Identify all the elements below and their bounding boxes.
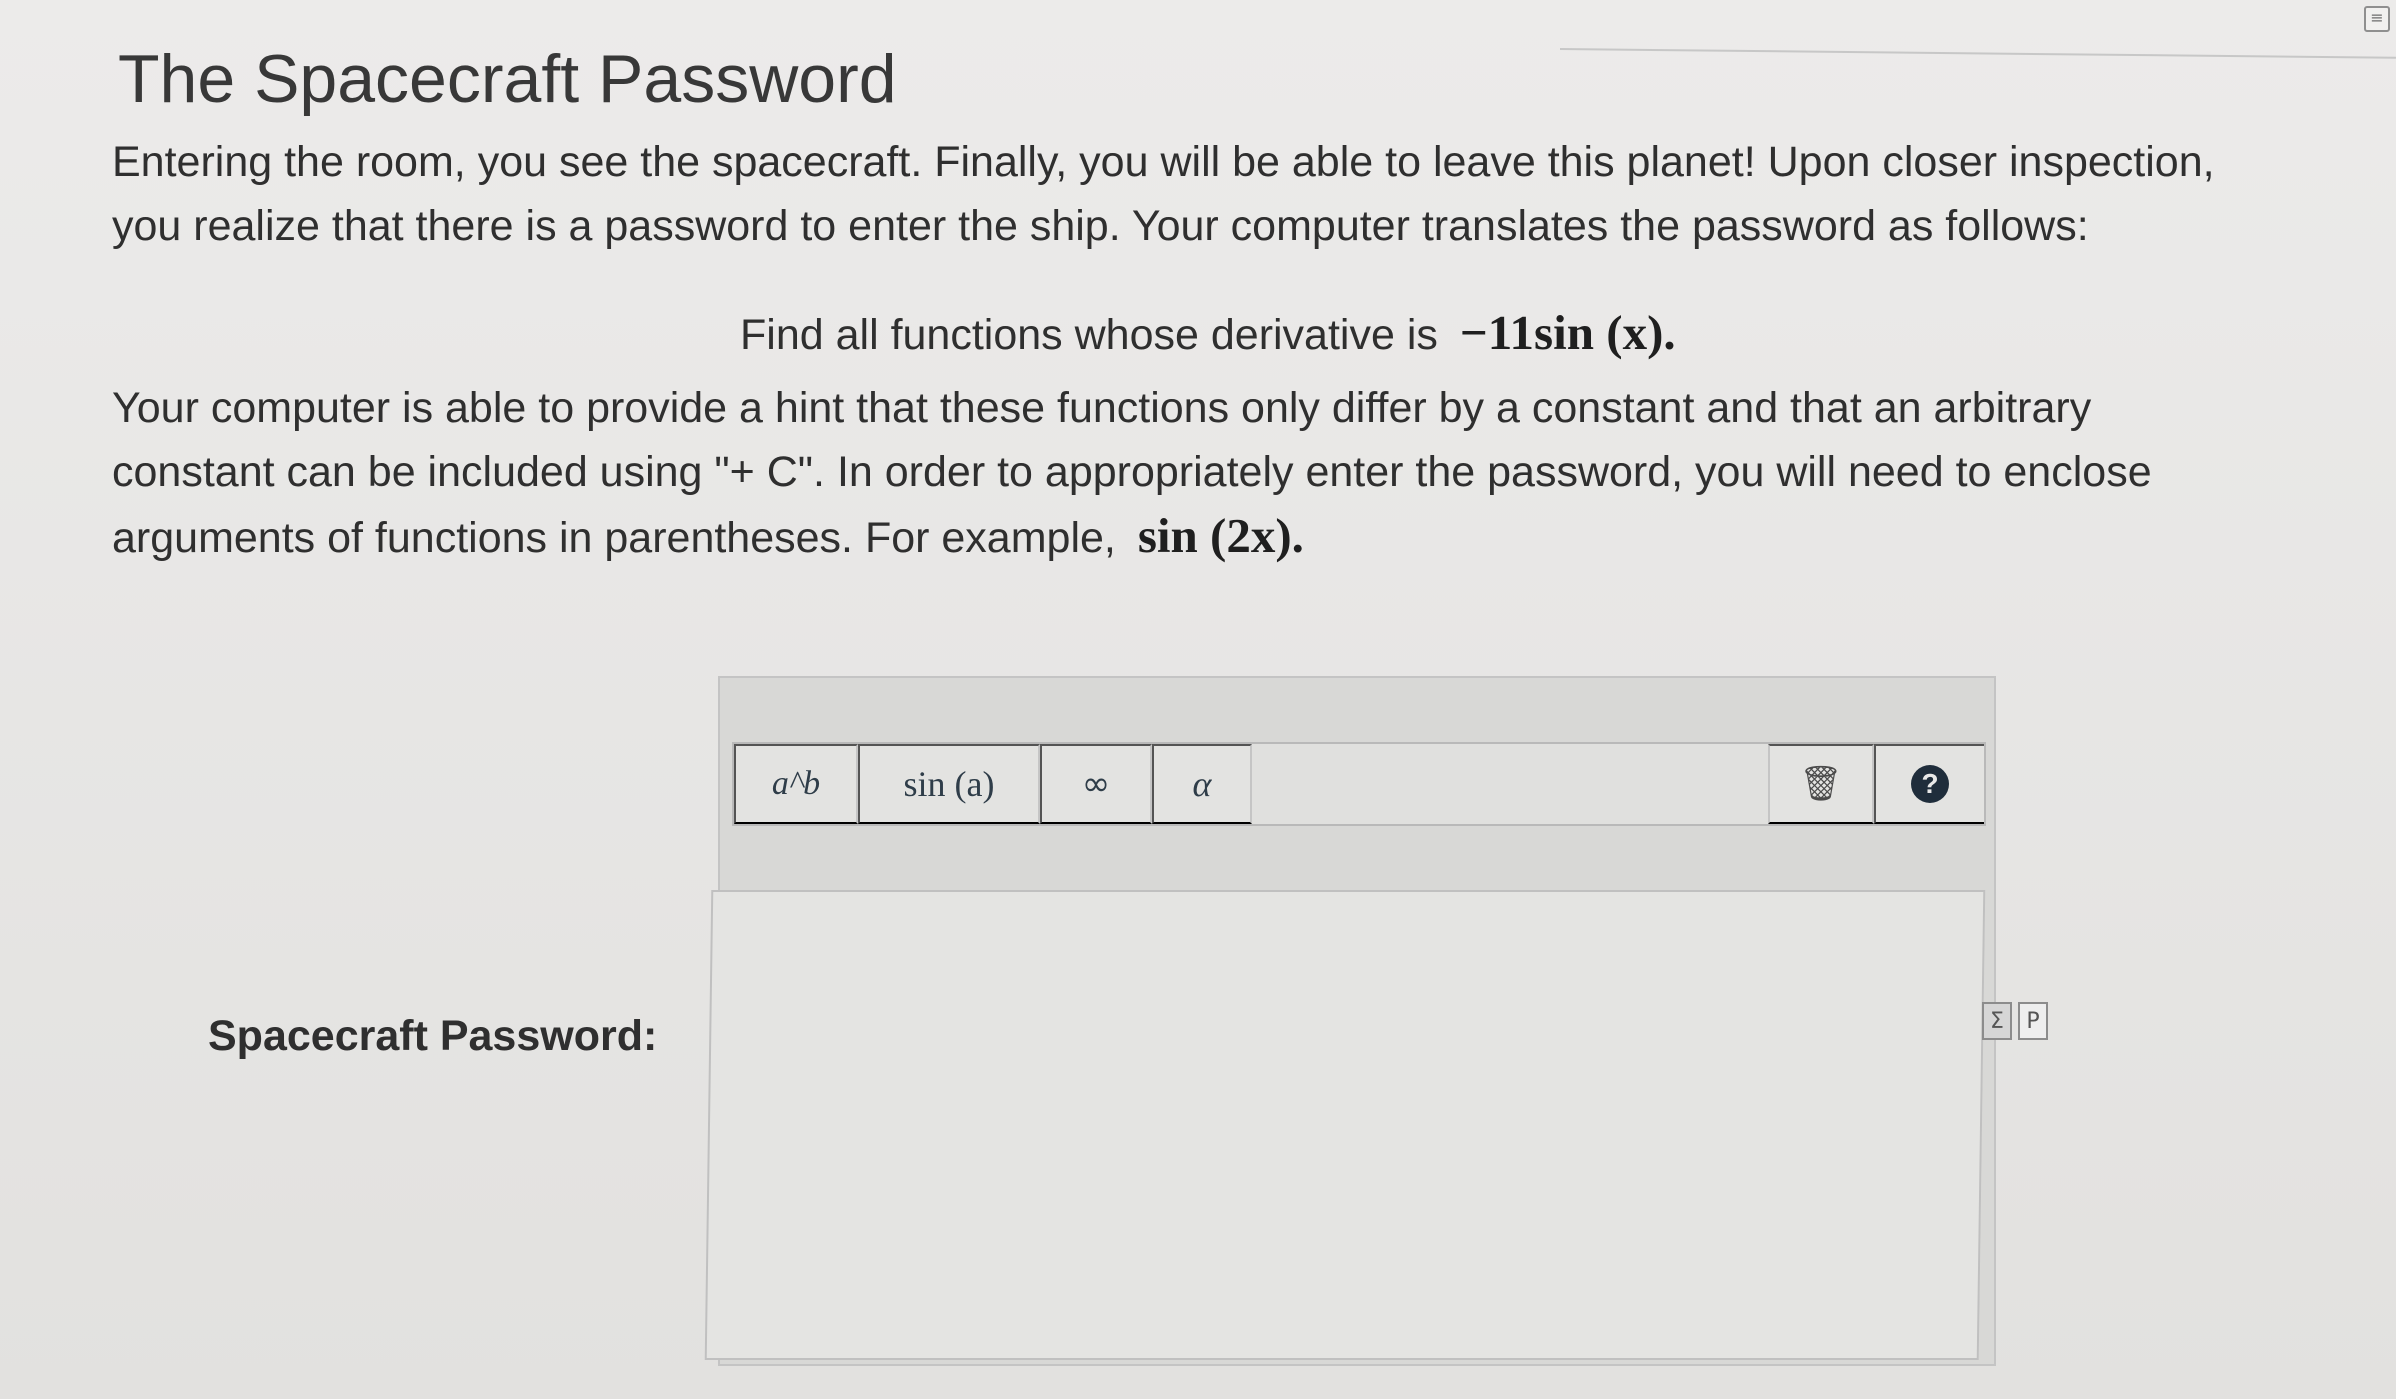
help-icon: ? (1911, 765, 1949, 803)
derivative-expression: −11sin (x). (1459, 305, 1676, 360)
derivative-prompt: Find all functions whose derivative is −… (740, 304, 1780, 361)
page: ≡ The Spacecraft Password Entering the r… (0, 0, 2396, 1399)
editor-side-icons: Σ P (1982, 1002, 2048, 1040)
spacecraft-password-label: Spacecraft Password: (208, 1012, 658, 1060)
document-icon[interactable]: P (2018, 1002, 2048, 1040)
spacecraft-password-input[interactable] (704, 890, 1986, 1360)
toolbar-spacer (1252, 744, 1768, 824)
help-button[interactable]: ? (1874, 744, 1984, 824)
trash-icon: 🗑 (1799, 765, 1843, 803)
hint-paragraph: Your computer is able to provide a hint … (112, 376, 2227, 570)
top-divider (1559, 48, 2396, 59)
math-answer-editor: a^b sin (a) ∞ α 🗑 ? (704, 676, 1996, 1366)
derivative-prompt-text: Find all functions whose derivative is (740, 311, 1438, 359)
function-button[interactable]: sin (a) (858, 744, 1040, 824)
exponent-button[interactable]: a^b (734, 744, 858, 824)
intro-paragraph: Entering the room, you see the spacecraf… (112, 138, 2215, 250)
infinity-button[interactable]: ∞ (1040, 744, 1152, 824)
sigma-icon[interactable]: Σ (1982, 1002, 2012, 1040)
clear-button[interactable]: 🗑 (1768, 744, 1874, 824)
function-button-label: sin (a) (903, 764, 995, 804)
hint-text: Your computer is able to provide a hint … (112, 384, 2152, 562)
page-title: The Spacecraft Password (118, 41, 897, 117)
infinity-icon: ∞ (1081, 764, 1111, 804)
alpha-icon: α (1192, 764, 1212, 804)
math-editor-toolbar: a^b sin (a) ∞ α 🗑 ? (732, 742, 1986, 826)
exponent-button-label: a^b (771, 765, 821, 802)
example-expression: sin (2x). (1137, 508, 1304, 563)
panel-icon[interactable]: ≡ (2364, 6, 2390, 32)
greek-letter-button[interactable]: α (1152, 744, 1252, 824)
